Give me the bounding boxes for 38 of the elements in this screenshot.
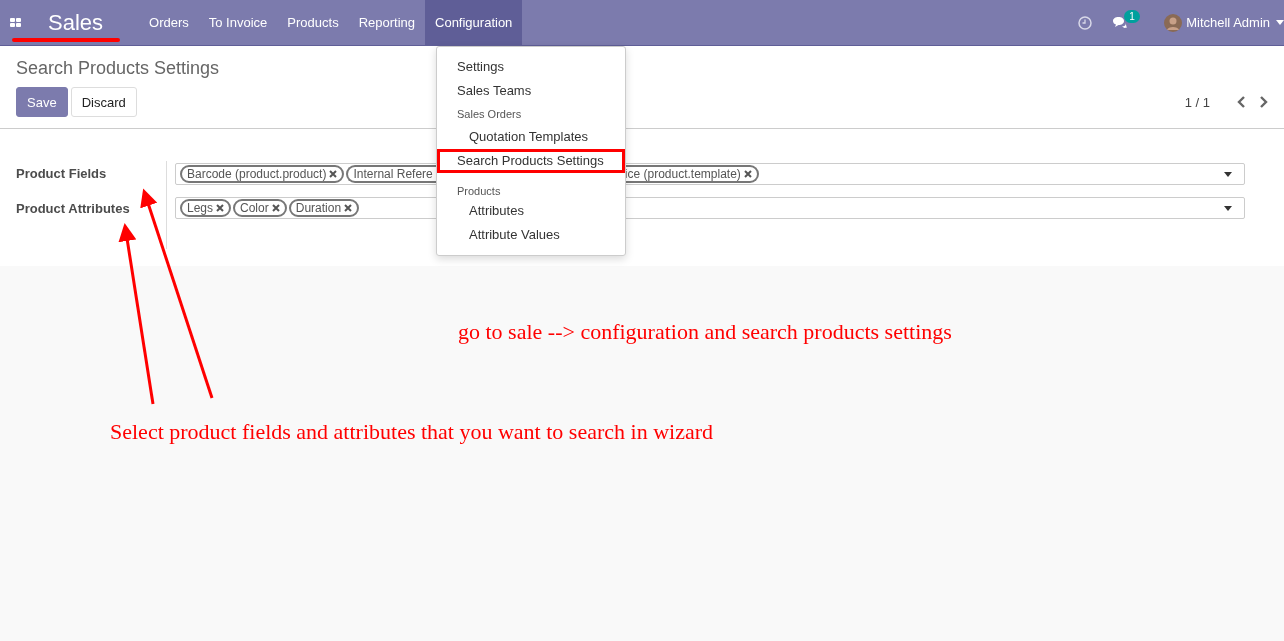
clock-icon[interactable] <box>1078 15 1093 30</box>
menu-item[interactable]: Configuration <box>425 0 523 45</box>
message-count-badge: 1 <box>1124 9 1140 23</box>
user-menu[interactable]: Mitchell Admin <box>1186 15 1270 30</box>
menu-item[interactable]: Reporting <box>348 0 425 45</box>
caret-icon[interactable] <box>1224 205 1232 211</box>
field-label: Product Fields <box>16 165 108 183</box>
apps-grid-icon[interactable] <box>10 17 22 28</box>
menu-section-header: Sales Orders <box>456 107 523 122</box>
previous-icon[interactable] <box>1237 96 1246 108</box>
tag: Color <box>233 199 287 217</box>
annotation-text: Select product fields and attributes that you want to search in wizard <box>110 419 713 445</box>
menu-section-header: Products <box>456 184 502 199</box>
tag: Barcode (product.product) <box>180 165 345 183</box>
pager-counter: 1 / 1 <box>1184 94 1210 110</box>
menu-item[interactable]: Orders <box>139 0 199 45</box>
next-icon[interactable] <box>1259 96 1268 108</box>
field-label: Product Attributes <box>16 200 131 218</box>
chat-icon[interactable] <box>1112 15 1129 30</box>
caret-icon[interactable] <box>1224 171 1232 177</box>
remove-icon[interactable] <box>329 170 338 178</box>
tag: Legs <box>180 199 232 217</box>
remove-icon[interactable] <box>216 204 225 212</box>
remove-icon[interactable] <box>743 170 752 178</box>
menu-item[interactable]: To Invoice <box>198 0 278 45</box>
tag: Duration <box>288 199 360 217</box>
remove-icon[interactable] <box>271 204 280 212</box>
dropdown-item[interactable]: Settings <box>437 55 625 79</box>
form-button[interactable]: Discard <box>70 87 137 117</box>
menu-item[interactable]: Products <box>277 0 349 45</box>
form-button[interactable]: Save <box>16 87 68 117</box>
app-name: Sales <box>48 9 104 36</box>
page-title: Search Products Settings <box>16 58 220 79</box>
remove-icon[interactable] <box>344 204 353 212</box>
annotation-text: go to sale --> configuration and search products settings <box>458 319 952 345</box>
dropdown-item[interactable]: Attribute Values <box>437 223 625 247</box>
dropdown-item[interactable]: Sales Teams <box>437 79 625 103</box>
dropdown-item[interactable]: Quotation Templates <box>437 125 625 149</box>
